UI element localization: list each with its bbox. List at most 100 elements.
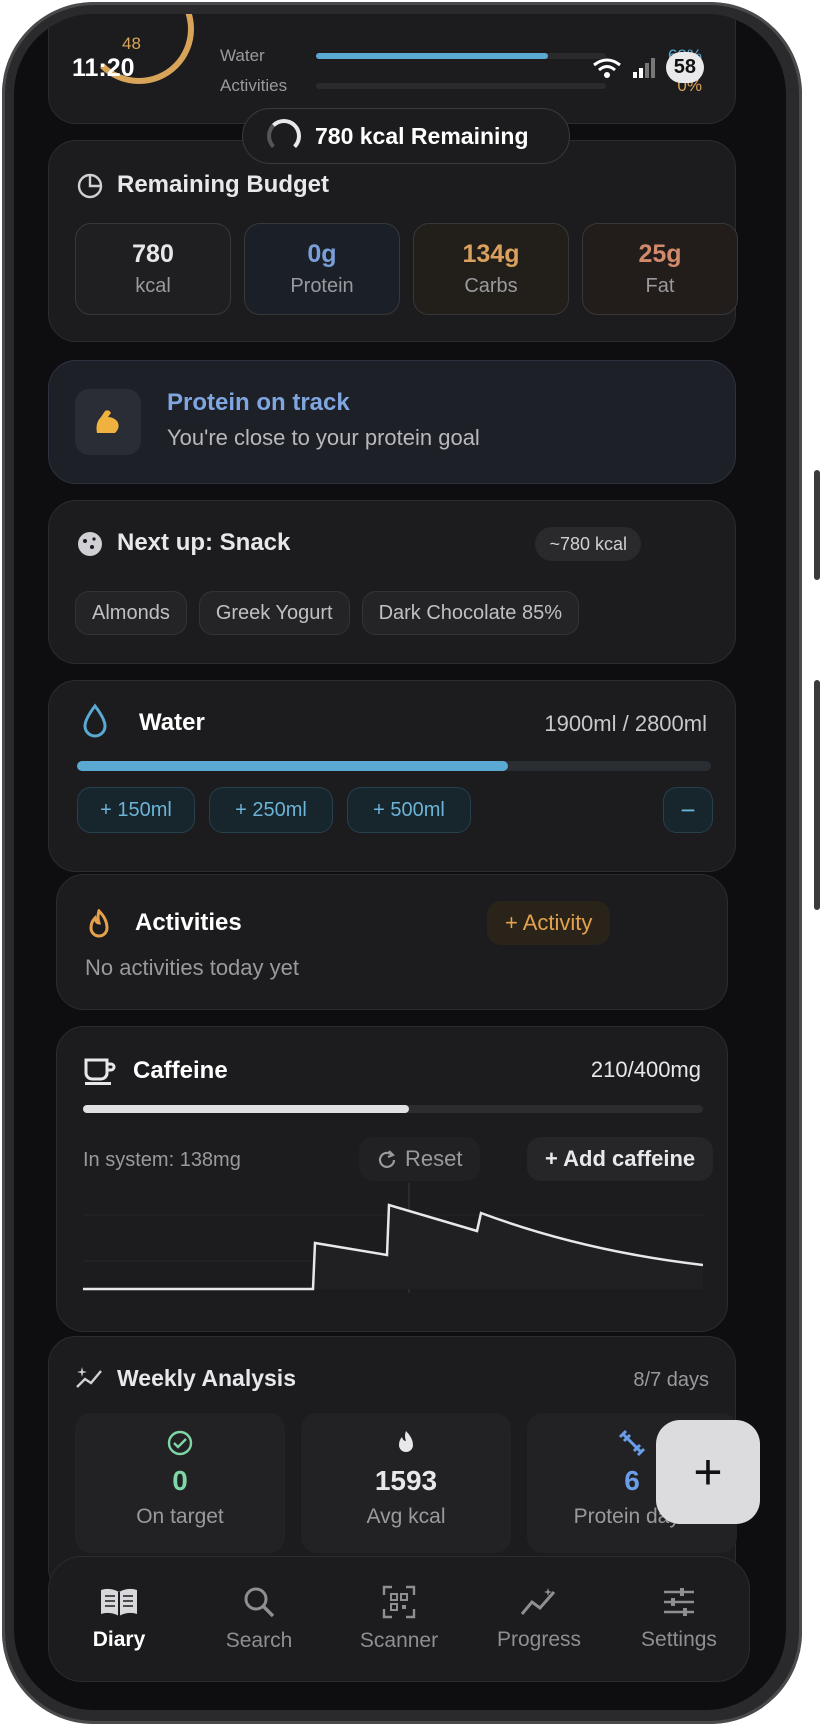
qr-scanner-icon bbox=[382, 1585, 416, 1619]
stat-on-target: 0 On target bbox=[75, 1413, 285, 1553]
stat-avg-kcal: 1593 Avg kcal bbox=[301, 1413, 511, 1553]
mini-activities-track bbox=[316, 83, 606, 89]
nav-search[interactable]: Search bbox=[194, 1585, 324, 1653]
next-meal-title: Next up: Snack bbox=[117, 529, 291, 556]
mini-water-track bbox=[316, 53, 606, 59]
power-button bbox=[814, 680, 820, 910]
weekly-title: Weekly Analysis bbox=[117, 1365, 296, 1391]
status-time: 11:20 bbox=[72, 54, 135, 82]
stat-on-target-label: On target bbox=[136, 1505, 224, 1528]
suggestion-chip[interactable]: Almonds bbox=[75, 591, 187, 635]
coffee-cup-icon bbox=[84, 1058, 116, 1085]
water-amount: 1900ml / 2800ml bbox=[544, 711, 707, 736]
budget-carbs-box: 134g Carbs bbox=[413, 223, 569, 315]
next-meal-kcal-badge: ~780 kcal bbox=[535, 527, 641, 561]
activities-card: Activities + Activity No activities toda… bbox=[56, 874, 728, 1010]
nav-settings-label: Settings bbox=[641, 1628, 717, 1651]
add-500ml-button[interactable]: + 500ml bbox=[347, 787, 471, 833]
battery-indicator: 58 bbox=[665, 52, 704, 83]
budget-fat-box: 25g Fat bbox=[582, 223, 738, 315]
reset-icon bbox=[378, 1150, 396, 1168]
progress-icon bbox=[520, 1588, 556, 1615]
caffeine-progress-fill bbox=[83, 1105, 409, 1113]
dumbbell-icon bbox=[618, 1429, 646, 1457]
mini-activities-label: Activities bbox=[220, 76, 288, 95]
cookie-icon bbox=[78, 532, 102, 556]
budget-kcal-box: 780 kcal bbox=[75, 223, 231, 315]
next-meal-suggestions: Almonds Greek Yogurt Dark Chocolate 85% bbox=[75, 591, 579, 635]
insight-card[interactable]: Protein on track You're close to your pr… bbox=[48, 360, 736, 484]
bottom-navigation: Diary Search Scanner Progress Settings bbox=[48, 1556, 750, 1682]
book-icon bbox=[101, 1588, 137, 1616]
budget-protein-value: 0g bbox=[307, 240, 337, 268]
caffeine-card: Caffeine 210/400mg In system: 138mg Rese… bbox=[56, 1026, 728, 1332]
caffeine-in-system: In system: 138mg bbox=[83, 1149, 241, 1171]
activities-empty-text: No activities today yet bbox=[85, 955, 299, 980]
budget-protein-label: Protein bbox=[290, 275, 354, 297]
add-activity-button[interactable]: + Activity bbox=[487, 901, 611, 945]
remaining-kcal-pill[interactable]: 780 kcal Remaining bbox=[242, 108, 570, 164]
water-card: Water 1900ml / 2800ml + 150ml + 250ml + … bbox=[48, 680, 736, 872]
nav-progress-label: Progress bbox=[496, 1628, 582, 1651]
water-drop-icon bbox=[83, 703, 107, 738]
search-icon bbox=[244, 1587, 275, 1618]
mini-water-fill bbox=[316, 53, 548, 59]
insight-subtitle: You're close to your protein goal bbox=[167, 425, 480, 450]
signal-icon bbox=[632, 57, 655, 78]
activities-title: Activities bbox=[135, 909, 242, 936]
next-meal-card: Next up: Snack ~780 kcal Almonds Greek Y… bbox=[48, 500, 736, 664]
nav-diary[interactable]: Diary bbox=[54, 1586, 184, 1652]
nav-progress[interactable]: Progress bbox=[474, 1586, 604, 1652]
flexed-bicep-icon bbox=[96, 410, 119, 433]
water-progress-track bbox=[77, 761, 711, 771]
budget-carbs-value: 134g bbox=[462, 240, 520, 268]
chart-area-fill bbox=[83, 1205, 703, 1289]
budget-title: Remaining Budget bbox=[117, 171, 330, 198]
remaining-kcal-text: 780 kcal Remaining bbox=[315, 122, 529, 149]
budget-kcal-value: 780 bbox=[132, 240, 174, 268]
water-progress-fill bbox=[77, 761, 509, 771]
sparkle-trend-icon bbox=[76, 1367, 102, 1388]
nav-settings[interactable]: Settings bbox=[614, 1586, 744, 1652]
nav-scanner-label: Scanner bbox=[359, 1629, 439, 1652]
add-150ml-button[interactable]: + 150ml bbox=[77, 787, 195, 833]
water-title: Water bbox=[139, 709, 205, 736]
stat-on-target-value: 0 bbox=[172, 1465, 188, 1496]
volume-button bbox=[814, 470, 820, 580]
ring-value: 48 bbox=[122, 34, 141, 53]
pie-chart-icon bbox=[77, 173, 103, 199]
remove-water-button[interactable]: − bbox=[663, 787, 713, 833]
wifi-icon bbox=[592, 58, 621, 78]
caffeine-amount: 210/400mg bbox=[590, 1057, 701, 1082]
nav-search-label: Search bbox=[225, 1629, 293, 1652]
nav-scanner[interactable]: Scanner bbox=[334, 1585, 464, 1653]
mini-water-label: Water bbox=[220, 46, 265, 65]
insight-title: Protein on track bbox=[167, 389, 350, 416]
weekly-days: 8/7 days bbox=[633, 1369, 709, 1391]
status-icons: 58 bbox=[592, 52, 704, 83]
caffeine-decay-chart bbox=[83, 1183, 703, 1293]
add-entry-fab[interactable]: + bbox=[656, 1420, 760, 1524]
nav-diary-label: Diary bbox=[92, 1628, 146, 1651]
suggestion-chip[interactable]: Greek Yogurt bbox=[198, 591, 350, 635]
check-circle-icon bbox=[167, 1430, 193, 1456]
caffeine-reset-button[interactable]: Reset bbox=[359, 1137, 481, 1181]
suggestion-chip[interactable]: Dark Chocolate 85% bbox=[361, 591, 579, 635]
add-caffeine-button[interactable]: + Add caffeine bbox=[527, 1137, 714, 1181]
budget-carbs-label: Carbs bbox=[464, 275, 518, 297]
budget-fat-value: 25g bbox=[638, 240, 682, 268]
sliders-icon bbox=[664, 1588, 694, 1616]
stat-avg-kcal-value: 1593 bbox=[374, 1465, 438, 1496]
remaining-budget-card: Remaining Budget 780 kcal 0g Protein 134… bbox=[48, 140, 738, 342]
budget-fat-label: Fat bbox=[645, 275, 675, 297]
caffeine-progress-track bbox=[83, 1105, 703, 1113]
plus-icon: + bbox=[693, 1444, 723, 1500]
budget-kcal-label: kcal bbox=[135, 275, 171, 297]
flame-icon bbox=[89, 909, 109, 938]
progress-ring-icon bbox=[267, 119, 301, 153]
stat-avg-kcal-label: Avg kcal bbox=[366, 1505, 446, 1528]
insight-icon-tile bbox=[75, 389, 141, 455]
budget-protein-box: 0g Protein bbox=[244, 223, 400, 315]
reset-label: Reset bbox=[405, 1146, 463, 1171]
add-250ml-button[interactable]: + 250ml bbox=[209, 787, 333, 833]
